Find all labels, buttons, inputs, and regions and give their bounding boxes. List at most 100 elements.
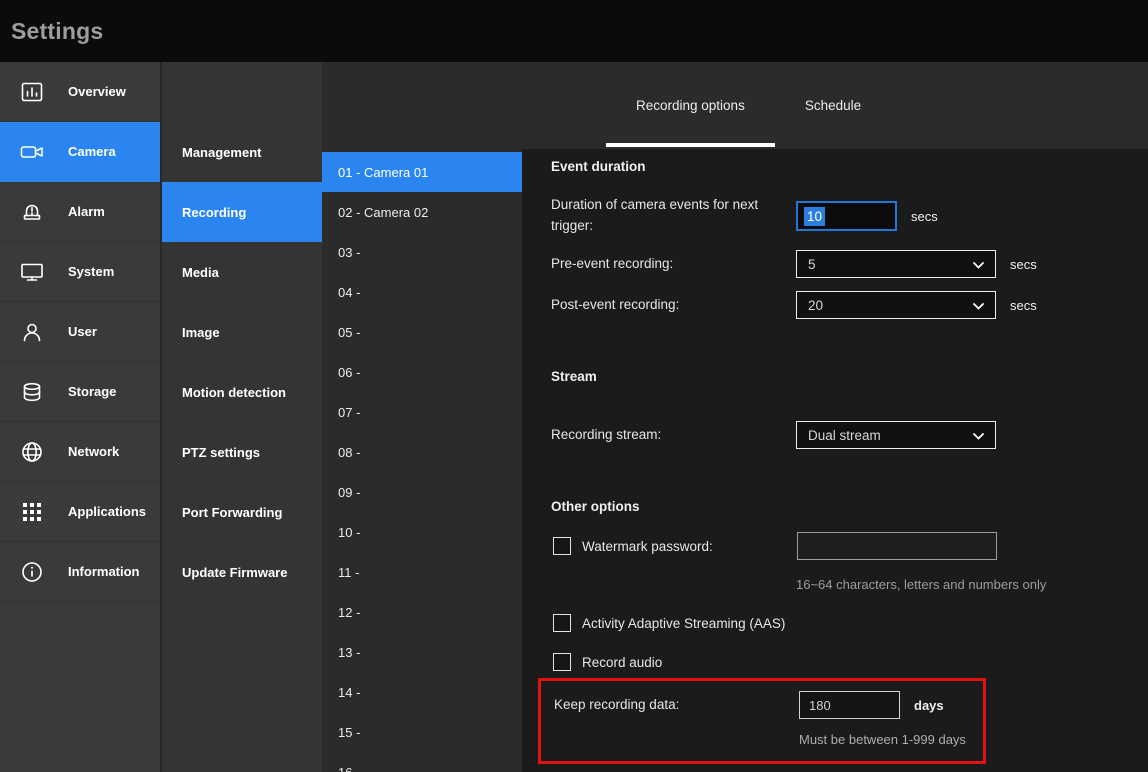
keep-recording-input-value: 180	[809, 698, 831, 713]
recording-settings-panel: Recording options Schedule Event duratio…	[522, 62, 1148, 772]
aas-checkbox[interactable]	[553, 614, 571, 632]
camera-list-item-9[interactable]: 09 -	[322, 472, 522, 512]
recording-options-form: Event duration Duration of camera events…	[522, 149, 1148, 772]
sidebar-item-storage[interactable]: Storage	[0, 362, 160, 422]
pre-event-select[interactable]: 5	[796, 250, 996, 278]
sidebar-item-label: System	[68, 264, 114, 279]
recording-stream-label: Recording stream:	[551, 425, 796, 446]
camera-list-item-10[interactable]: 10 -	[322, 512, 522, 552]
camera-list-item-6[interactable]: 06 -	[322, 352, 522, 392]
sidebar-item-label: User	[68, 324, 97, 339]
watermark-password-input[interactable]	[797, 532, 997, 560]
camera-list-item-16[interactable]: 16 -	[322, 752, 522, 772]
duration-input-value: 10	[804, 207, 825, 226]
sidebar-item-label: Camera	[68, 144, 116, 159]
sidebar-item-user[interactable]: User	[0, 302, 160, 362]
overview-icon	[19, 79, 45, 105]
camera-submenu: ManagementRecordingMediaImageMotion dete…	[162, 62, 322, 772]
submenu-item-2[interactable]: Recording	[162, 182, 322, 242]
tab-recording-options[interactable]: Recording options	[606, 62, 775, 149]
watermark-hint: 16~64 characters, letters and numbers on…	[522, 577, 1148, 592]
submenu-item-8[interactable]: Update Firmware	[162, 542, 322, 602]
keep-recording-unit: days	[914, 698, 944, 713]
settings-window: Settings Overview Camera Alarm	[0, 0, 1148, 772]
tabbar: Recording options Schedule	[522, 62, 1148, 149]
sidebar-item-label: Applications	[68, 504, 146, 519]
recording-stream-row: Recording stream: Dual stream	[522, 421, 1148, 449]
titlebar: Settings	[0, 0, 1148, 62]
camera-list-item-7[interactable]: 07 -	[322, 392, 522, 432]
annotation-highlight-box: Keep recording data: 180 days Must be be…	[538, 678, 986, 764]
watermark-label: Watermark password:	[582, 539, 797, 554]
camera-list-item-5[interactable]: 05 -	[322, 312, 522, 352]
sidebar-item-network[interactable]: Network	[0, 422, 160, 482]
alarm-icon	[19, 199, 45, 225]
section-title-event-duration: Event duration	[522, 159, 1148, 174]
system-icon	[19, 259, 45, 285]
camera-list-item-1[interactable]: 01 - Camera 01	[322, 152, 522, 192]
chevron-down-icon	[973, 428, 984, 443]
camera-list-item-13[interactable]: 13 -	[322, 632, 522, 672]
keep-recording-input[interactable]: 180	[799, 691, 900, 719]
post-event-label: Post-event recording:	[551, 295, 796, 316]
watermark-row: Watermark password:	[522, 532, 1148, 560]
duration-input[interactable]: 10	[796, 201, 897, 231]
sidebar-item-camera[interactable]: Camera	[0, 122, 160, 182]
camera-list-item-14[interactable]: 14 -	[322, 672, 522, 712]
camera-icon	[19, 139, 45, 165]
sidebar-item-applications[interactable]: Applications	[0, 482, 160, 542]
active-tab-underline	[606, 143, 775, 147]
record-audio-row: Record audio	[522, 653, 1148, 671]
post-event-select-value: 20	[808, 298, 823, 313]
section-title-other-options: Other options	[522, 499, 1148, 514]
tab-label: Recording options	[636, 98, 745, 113]
chevron-down-icon	[973, 257, 984, 272]
camera-list-item-12[interactable]: 12 -	[322, 592, 522, 632]
record-audio-checkbox[interactable]	[553, 653, 571, 671]
aas-label: Activity Adaptive Streaming (AAS)	[582, 616, 785, 631]
camera-list-item-11[interactable]: 11 -	[322, 552, 522, 592]
storage-icon	[19, 379, 45, 405]
submenu-item-3[interactable]: Media	[162, 242, 322, 302]
keep-recording-label: Keep recording data:	[554, 695, 799, 716]
submenu-item-6[interactable]: PTZ settings	[162, 422, 322, 482]
recording-stream-select-value: Dual stream	[808, 428, 881, 443]
sidebar-item-overview[interactable]: Overview	[0, 62, 160, 122]
camera-list-item-15[interactable]: 15 -	[322, 712, 522, 752]
camera-list-item-3[interactable]: 03 -	[322, 232, 522, 272]
sidebar-item-label: Storage	[68, 384, 116, 399]
keep-recording-row: Keep recording data: 180 days	[554, 691, 983, 719]
applications-icon	[19, 499, 45, 525]
duration-row: Duration of camera events for next trigg…	[522, 194, 1148, 238]
sidebar-item-alarm[interactable]: Alarm	[0, 182, 160, 242]
submenu-item-7[interactable]: Port Forwarding	[162, 482, 322, 542]
post-event-select[interactable]: 20	[796, 291, 996, 319]
watermark-checkbox[interactable]	[553, 537, 571, 555]
submenu-item-4[interactable]: Image	[162, 302, 322, 362]
submenu-item-5[interactable]: Motion detection	[162, 362, 322, 422]
camera-list-item-4[interactable]: 04 -	[322, 272, 522, 312]
keep-recording-hint: Must be between 1-999 days	[554, 732, 983, 747]
duration-label: Duration of camera events for next trigg…	[551, 195, 796, 237]
pre-event-label: Pre-event recording:	[551, 254, 796, 275]
duration-unit: secs	[911, 209, 938, 224]
sidebar-item-label: Network	[68, 444, 119, 459]
tab-schedule[interactable]: Schedule	[775, 62, 891, 149]
sidebar-item-information[interactable]: Information	[0, 542, 160, 602]
pre-event-select-value: 5	[808, 257, 816, 272]
sidebar-item-label: Information	[68, 564, 140, 579]
record-audio-label: Record audio	[582, 655, 662, 670]
user-icon	[19, 319, 45, 345]
pre-event-row: Pre-event recording: 5 secs	[522, 250, 1148, 278]
submenu-item-1[interactable]: Management	[162, 122, 322, 182]
post-event-row: Post-event recording: 20 secs	[522, 291, 1148, 319]
tab-label: Schedule	[805, 98, 861, 113]
camera-list-item-8[interactable]: 08 -	[322, 432, 522, 472]
main-sidebar: Overview Camera Alarm System	[0, 62, 162, 772]
section-title-stream: Stream	[522, 369, 1148, 384]
sidebar-item-label: Overview	[68, 84, 126, 99]
sidebar-item-label: Alarm	[68, 204, 105, 219]
recording-stream-select[interactable]: Dual stream	[796, 421, 996, 449]
camera-list-item-2[interactable]: 02 - Camera 02	[322, 192, 522, 232]
sidebar-item-system[interactable]: System	[0, 242, 160, 302]
